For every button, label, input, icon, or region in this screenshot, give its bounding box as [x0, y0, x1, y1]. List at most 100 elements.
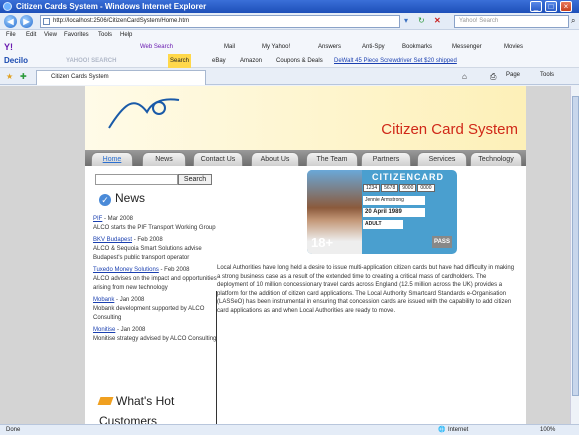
- menu-favorites[interactable]: Favorites: [64, 30, 89, 41]
- menu-bar: File Edit View Favorites Tools Help: [0, 30, 579, 41]
- movies-button[interactable]: Movies: [504, 41, 523, 54]
- news-link[interactable]: Tuxedo Money Solutions: [93, 267, 159, 273]
- card-date: 20 April 1989: [363, 208, 425, 217]
- site-navbar: Home News Contact Us About Us The Team P…: [85, 150, 526, 166]
- minimize-button[interactable]: _: [530, 1, 542, 12]
- mail-button[interactable]: Mail: [224, 41, 235, 54]
- nav-technology[interactable]: Technology: [470, 152, 522, 166]
- print-icon[interactable]: ⎙: [490, 72, 496, 82]
- forward-button[interactable]: ▶: [20, 15, 33, 28]
- zone-label: Internet: [448, 427, 469, 433]
- close-button[interactable]: ×: [560, 1, 572, 12]
- add-favorites-icon[interactable]: ✚: [20, 72, 27, 82]
- arrow-icon: [97, 397, 114, 405]
- menu-edit[interactable]: Edit: [26, 30, 36, 41]
- citizen-card-image: CITIZENCARD 1234 5678 9000 0000 Jennie Arms…: [307, 170, 457, 254]
- decilo-logo: Decilo: [4, 56, 29, 65]
- card-brand: CITIZENCARD: [372, 172, 444, 182]
- stop-icon[interactable]: ✕: [434, 16, 441, 26]
- web-page: Citizen Card System Home News Contact Us…: [85, 86, 526, 424]
- nav-news[interactable]: News: [142, 152, 186, 166]
- card-numbers: 1234 5678 9000 0000: [363, 184, 453, 192]
- pass-hologram: PASS: [432, 236, 452, 248]
- favorites-star-icon[interactable]: ★: [6, 72, 13, 82]
- site-search-button[interactable]: Search: [178, 174, 212, 185]
- my-yahoo-button[interactable]: My Yahoo!: [262, 41, 290, 54]
- vertical-scrollbar[interactable]: [570, 86, 579, 424]
- nav-the-team[interactable]: The Team: [306, 152, 358, 166]
- status-text: Done: [6, 427, 21, 433]
- search-icon[interactable]: ⌕: [571, 16, 575, 26]
- list-item: Mobank - Jan 2008 Mobank development supp…: [93, 297, 205, 321]
- menu-view[interactable]: View: [44, 30, 57, 41]
- status-bar: Done 🌐 Internet 100%: [0, 424, 579, 435]
- divider: [216, 291, 217, 424]
- address-row: ◀ ▶ http://localhost:2506/CitizenCardSys…: [0, 13, 579, 30]
- yahoo-logo-icon: Y!: [4, 42, 13, 52]
- tab-label: Citizen Cards System: [51, 74, 109, 80]
- back-button[interactable]: ◀: [4, 15, 17, 28]
- globe-icon: 🌐: [438, 427, 446, 433]
- news-heading: ✓ News: [99, 191, 145, 206]
- list-item: Tuxedo Money Solutions - Feb 2008 ALCO ad…: [93, 267, 217, 291]
- zoom-level[interactable]: 100%: [540, 425, 555, 435]
- news-link[interactable]: BKV Budapest: [93, 237, 132, 243]
- news-list: PIF - Mar 2008 ALCO starts the PIF Transp…: [93, 215, 217, 347]
- news-icon: ✓: [99, 194, 111, 206]
- intro-paragraph: Local Authorities have long held a desir…: [217, 265, 515, 314]
- yahoo-toolbar: Y! Web Search Mail My Yahoo! Answers Ant…: [0, 41, 579, 54]
- answers-button[interactable]: Answers: [318, 41, 341, 54]
- tab-row: ★ ✚ Citizen Cards System ⌂ ⎙ Page Tools: [0, 68, 579, 85]
- card-age: 18+: [311, 235, 334, 250]
- refresh-icon[interactable]: ↻: [418, 16, 425, 26]
- customers-heading: Customers: [99, 414, 158, 424]
- card-name: Jennie Armstrong: [363, 196, 425, 205]
- nav-partners[interactable]: Partners: [361, 152, 411, 166]
- card-adult: ADULT: [363, 220, 403, 229]
- promo-link[interactable]: DeWalt 45 Piece Screwdriver Set $20 ship…: [334, 54, 457, 68]
- dropdown-icon[interactable]: ▾: [404, 16, 408, 26]
- page-menu[interactable]: Page: [506, 72, 520, 78]
- news-link[interactable]: PIF: [93, 216, 102, 222]
- list-item: BKV Budapest - Feb 2008 ALCO & Sequoia Sm…: [93, 237, 202, 261]
- whats-hot-heading: What's Hot: [97, 394, 174, 408]
- site-header: Citizen Card System: [85, 86, 526, 150]
- site-title: Citizen Card System: [381, 121, 518, 138]
- antispy-button[interactable]: Anti-Spy: [362, 41, 385, 54]
- page-icon: [43, 18, 50, 25]
- list-item: Monitise - Jan 2008 Monitise strategy adv…: [93, 327, 217, 342]
- nav-contact-us[interactable]: Contact Us: [193, 152, 243, 166]
- nav-about-us[interactable]: About Us: [251, 152, 299, 166]
- address-url: http://localhost:2506/CitizenCardSystem/…: [53, 18, 190, 24]
- window-titlebar: Citizen Cards System - Windows Internet …: [0, 0, 579, 13]
- decilo-toolbar: Decilo YAHOO! SEARCH Search eBay Amazon …: [0, 54, 579, 68]
- ebay-link[interactable]: eBay: [212, 54, 226, 68]
- menu-help[interactable]: Help: [120, 30, 132, 41]
- list-item: PIF - Mar 2008 ALCO starts the PIF Transp…: [93, 216, 216, 231]
- web-search-button[interactable]: Web Search: [140, 41, 173, 54]
- nav-home[interactable]: Home: [91, 152, 133, 166]
- messenger-button[interactable]: Messenger: [452, 41, 482, 54]
- tools-menu[interactable]: Tools: [540, 72, 554, 78]
- site-logo-icon: [108, 98, 180, 129]
- menu-file[interactable]: File: [6, 30, 16, 41]
- ie-icon: [3, 2, 12, 11]
- maximize-button[interactable]: □: [545, 1, 557, 12]
- window-title: Citizen Cards System - Windows Internet …: [16, 2, 207, 11]
- scrollbar-thumb[interactable]: [572, 96, 579, 396]
- news-link[interactable]: Monitise: [93, 327, 115, 333]
- menu-tools[interactable]: Tools: [98, 30, 112, 41]
- site-search-input[interactable]: [95, 174, 178, 185]
- coupons-link[interactable]: Coupons & Deals: [276, 54, 323, 68]
- address-bar[interactable]: http://localhost:2506/CitizenCardSystem/…: [40, 15, 400, 28]
- search-input[interactable]: Yahoo! Search: [454, 15, 569, 28]
- toolbar-search-button[interactable]: Search: [168, 54, 192, 68]
- browser-content: Citizen Card System Home News Contact Us…: [0, 86, 570, 424]
- bookmarks-button[interactable]: Bookmarks: [402, 41, 432, 54]
- yahoo-search-logo: YAHOO! SEARCH: [66, 58, 117, 64]
- news-link[interactable]: Mobank: [93, 297, 114, 303]
- browser-tab[interactable]: Citizen Cards System: [36, 70, 206, 85]
- home-icon[interactable]: ⌂: [462, 72, 467, 82]
- amazon-link[interactable]: Amazon: [240, 54, 262, 68]
- nav-services[interactable]: Services: [417, 152, 467, 166]
